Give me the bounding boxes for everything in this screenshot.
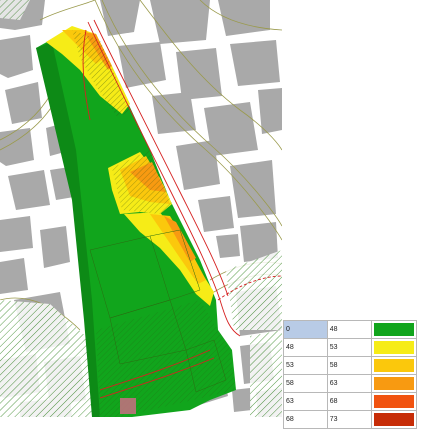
legend-row: 53 58	[283, 356, 417, 375]
legend-color-swatch	[373, 359, 414, 372]
legend-swatch-cell	[370, 374, 417, 393]
legend-row: 68 73	[283, 410, 417, 429]
legend-swatch-cell	[370, 320, 417, 339]
legend-swatch-cell	[370, 392, 417, 411]
legend-swatch-cell	[370, 338, 417, 357]
legend-row: 63 68	[283, 392, 417, 411]
legend-color-swatch	[373, 323, 414, 336]
legend-from-value: 53	[283, 356, 328, 375]
legend-body: 0 48 48 53 53 58 58 63 63 68 68 73	[283, 320, 417, 429]
legend-from-value: 68	[283, 410, 328, 429]
noise-legend: 0 48 48 53 53 58 58 63 63 68 68 73	[283, 320, 417, 429]
legend-to-value: 53	[326, 338, 372, 357]
legend-from-value: 58	[283, 374, 328, 393]
map-svg	[0, 0, 282, 417]
legend-row: 58 63	[283, 374, 417, 393]
legend-row: 0 48	[283, 320, 417, 339]
legend-to-value: 73	[326, 410, 372, 429]
legend-color-swatch	[373, 395, 414, 408]
legend-to-value: 48	[326, 320, 372, 339]
legend-swatch-cell	[370, 356, 417, 375]
legend-to-value: 63	[326, 374, 372, 393]
legend-to-value: 68	[326, 392, 372, 411]
legend-color-swatch	[373, 413, 414, 426]
legend-from-value: 0	[283, 320, 328, 339]
noise-map[interactable]	[0, 0, 282, 417]
legend-to-value: 58	[326, 356, 372, 375]
legend-from-value: 63	[283, 392, 328, 411]
legend-swatch-cell	[370, 410, 417, 429]
legend-row: 48 53	[283, 338, 417, 357]
legend-color-swatch	[373, 377, 414, 390]
legend-from-value: 48	[283, 338, 328, 357]
legend-color-swatch	[373, 341, 414, 354]
